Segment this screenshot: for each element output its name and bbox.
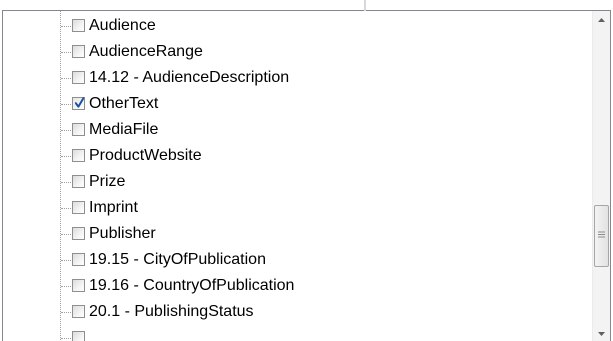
checkbox-checked[interactable] (72, 97, 85, 110)
vertical-scrollbar[interactable] (592, 11, 610, 341)
grip-icon (598, 231, 605, 238)
tree-item-label: 14.12 - AudienceDescription (89, 69, 290, 86)
tree-connector (61, 26, 71, 27)
tree-item[interactable] (3, 325, 583, 341)
tree-item-label: 20.1 - PublishingStatus (89, 303, 254, 320)
tree-item-label: ProductWebsite (89, 147, 202, 164)
tree-item[interactable]: 19.16 - CountryOfPublication (3, 273, 583, 299)
checkbox[interactable] (72, 19, 85, 32)
tree-connector (61, 208, 71, 209)
tree-item-label: Publisher (89, 225, 156, 242)
tree-list: Audience AudienceRange 14.12 - AudienceD… (3, 11, 592, 341)
checkmark-icon (75, 97, 84, 108)
tree-item[interactable]: Imprint (3, 195, 583, 221)
tree-item[interactable]: 14.12 - AudienceDescription (3, 65, 583, 91)
checkbox[interactable] (72, 71, 85, 84)
tree-item-label: 19.15 - CityOfPublication (89, 251, 266, 268)
tree-connector (61, 130, 71, 131)
tree-connector (61, 104, 71, 105)
checkbox[interactable] (72, 331, 85, 341)
tree-item[interactable]: ProductWebsite (3, 143, 583, 169)
checkbox[interactable] (72, 227, 85, 240)
scroll-thumb[interactable] (594, 205, 609, 267)
tree-item[interactable]: OtherText (3, 91, 583, 117)
tree-item[interactable]: 20.1 - PublishingStatus (3, 299, 583, 325)
tree-connector (61, 286, 71, 287)
checkbox[interactable] (72, 175, 85, 188)
scroll-up-button[interactable] (593, 11, 610, 28)
tree-view: Audience AudienceRange 14.12 - AudienceD… (2, 10, 611, 341)
tree-connector (61, 234, 71, 235)
tree-connector (61, 78, 71, 79)
checkbox[interactable] (72, 149, 85, 162)
tree-connector (61, 52, 71, 53)
tree-item-label: MediaFile (89, 121, 159, 138)
tree-connector (61, 182, 71, 183)
tree-connector (61, 338, 71, 339)
tree-item-label: AudienceRange (89, 43, 203, 60)
tree-connector (61, 156, 71, 157)
checkbox[interactable] (72, 305, 85, 318)
tree-item-label: Audience (89, 17, 156, 34)
tree-item-label: Prize (89, 173, 126, 190)
arrow-down-icon (598, 331, 605, 336)
tree-item[interactable]: AudienceRange (3, 39, 583, 65)
checkbox[interactable] (72, 45, 85, 58)
divider (364, 0, 366, 11)
tree-item-label: OtherText (89, 95, 159, 112)
tree-item[interactable]: Audience (3, 13, 583, 39)
tree-connector (61, 312, 71, 313)
checkbox[interactable] (72, 279, 85, 292)
tree-item[interactable]: Publisher (3, 221, 583, 247)
arrow-up-icon (598, 17, 605, 22)
tree-item[interactable]: Prize (3, 169, 583, 195)
tree-item-label: 19.16 - CountryOfPublication (89, 277, 295, 294)
tree-item[interactable]: 19.15 - CityOfPublication (3, 247, 583, 273)
tree-connector (61, 260, 71, 261)
checkbox[interactable] (72, 253, 85, 266)
scroll-down-button[interactable] (593, 325, 610, 341)
tree-item[interactable]: MediaFile (3, 117, 583, 143)
checkbox[interactable] (72, 201, 85, 214)
tree-item-label: Imprint (89, 199, 138, 216)
checkbox[interactable] (72, 123, 85, 136)
